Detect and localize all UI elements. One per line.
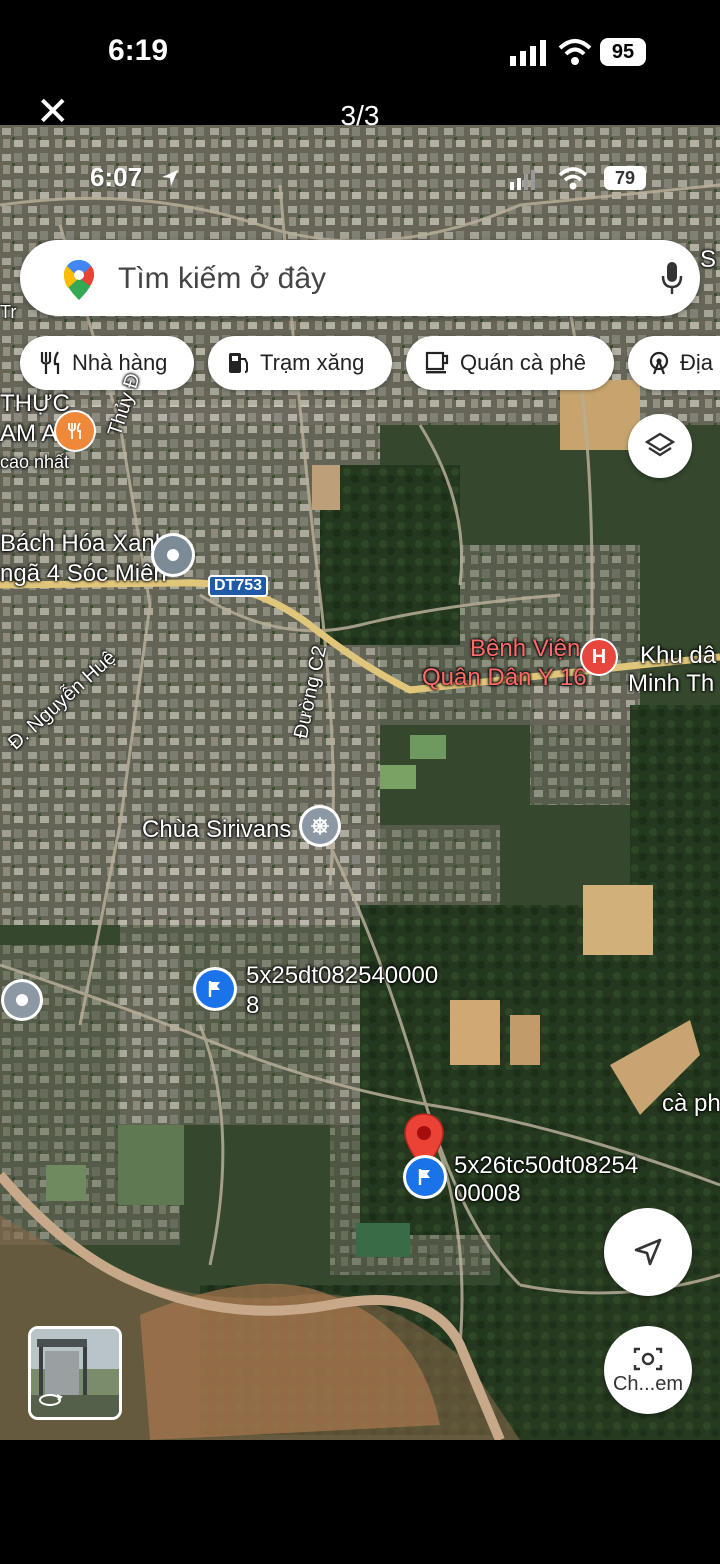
my-location-button[interactable] bbox=[604, 1208, 692, 1296]
layers-button[interactable] bbox=[628, 414, 692, 478]
restaurant-marker[interactable] bbox=[56, 412, 94, 450]
rotate-360-icon bbox=[39, 1394, 63, 1406]
search-bar[interactable]: Tìm kiếm ở đây bbox=[20, 240, 700, 316]
camera-icon bbox=[633, 1347, 663, 1370]
chip-cafes[interactable]: Quán cà phê bbox=[406, 336, 614, 390]
fork-knife-icon bbox=[68, 422, 81, 439]
fork-knife-icon bbox=[40, 351, 60, 374]
store-marker[interactable] bbox=[154, 536, 192, 574]
place-label-bach-hoa-xanh: Bách Hóa Xanh bbox=[0, 530, 169, 557]
saved-place-marker-2[interactable] bbox=[406, 1158, 444, 1196]
layers-icon bbox=[644, 432, 676, 457]
signal-icon bbox=[510, 40, 546, 66]
attraction-icon bbox=[649, 351, 669, 375]
place-label-chua-sirivans: Chùa Sirivans bbox=[142, 816, 292, 843]
gas-pump-icon bbox=[229, 353, 248, 373]
inner-signal-icon bbox=[510, 170, 535, 190]
dharma-wheel-icon bbox=[311, 817, 329, 835]
search-input[interactable]: Tìm kiếm ở đây bbox=[118, 262, 326, 296]
chip-gas-stations[interactable]: Trạm xăng bbox=[208, 336, 392, 390]
inner-battery-indicator: 79 bbox=[604, 166, 646, 190]
place-label-ca-phe: cà ph bbox=[662, 1090, 720, 1117]
inner-status-time: 6:07 bbox=[90, 162, 143, 192]
place-label-nga-4-soc-mien: ngã 4 Sóc Miên bbox=[0, 560, 167, 587]
flag-icon bbox=[208, 981, 220, 997]
camera-button-label: Ch...em bbox=[612, 1372, 684, 1395]
edge-label-s: S bbox=[700, 246, 717, 273]
location-arrow-icon bbox=[162, 170, 178, 186]
saved-place-marker[interactable] bbox=[196, 970, 234, 1008]
place-label-minh-th: Minh Th bbox=[628, 670, 715, 697]
place-label-quan-dan-y: Quân Dân Y 16 bbox=[422, 664, 587, 691]
poi-marker-dot bbox=[16, 994, 28, 1006]
poi-marker-left[interactable] bbox=[4, 982, 40, 1018]
chip-label: Nhà hàng bbox=[72, 350, 168, 375]
microphone-icon[interactable] bbox=[660, 260, 684, 296]
status-time: 6:19 bbox=[108, 34, 169, 67]
wifi-icon bbox=[558, 39, 592, 65]
inner-wifi-icon bbox=[558, 167, 588, 190]
hospital-marker[interactable]: H bbox=[582, 640, 616, 674]
flag-icon bbox=[418, 1169, 430, 1185]
chip-label: Quán cà phê bbox=[460, 350, 586, 375]
battery-indicator: 95 bbox=[600, 38, 646, 66]
viewer-bottom-bar bbox=[0, 1440, 720, 1564]
place-label-cao-nhat: cao nhất bbox=[0, 452, 70, 472]
place-label-thuc: THỰC bbox=[0, 390, 70, 417]
saved-place-label-2: 5x26tc50dt08254 bbox=[454, 1152, 639, 1179]
navigation-arrow-icon bbox=[634, 1238, 662, 1266]
chip-label: Trạm xăng bbox=[260, 350, 365, 375]
road-shield-dt753: DT753 bbox=[208, 575, 269, 597]
chip-restaurants[interactable]: Nhà hàng bbox=[20, 336, 194, 390]
place-label-benh-vien: Bệnh Viện bbox=[470, 635, 581, 662]
saved-place-label-1: 5x25dt082540000 bbox=[246, 962, 439, 989]
store-marker-dot bbox=[167, 549, 179, 561]
google-maps-logo-icon bbox=[64, 260, 94, 300]
chip-label: Địa bbox=[680, 350, 714, 375]
saved-place-label-2b: 00008 bbox=[454, 1180, 521, 1207]
street-view-thumbnail[interactable] bbox=[28, 1326, 122, 1420]
temple-marker[interactable] bbox=[302, 808, 338, 844]
coffee-cup-icon bbox=[425, 351, 449, 374]
image-counter: 3/3 bbox=[340, 100, 380, 131]
edge-label-tr: Tr bbox=[0, 302, 17, 322]
camera-search-button[interactable]: Ch...em bbox=[604, 1326, 692, 1414]
chip-attractions[interactable]: Địa bbox=[628, 336, 720, 390]
saved-place-label-1b: 8 bbox=[246, 992, 260, 1019]
place-label-khu-da: Khu dâ bbox=[640, 642, 717, 669]
